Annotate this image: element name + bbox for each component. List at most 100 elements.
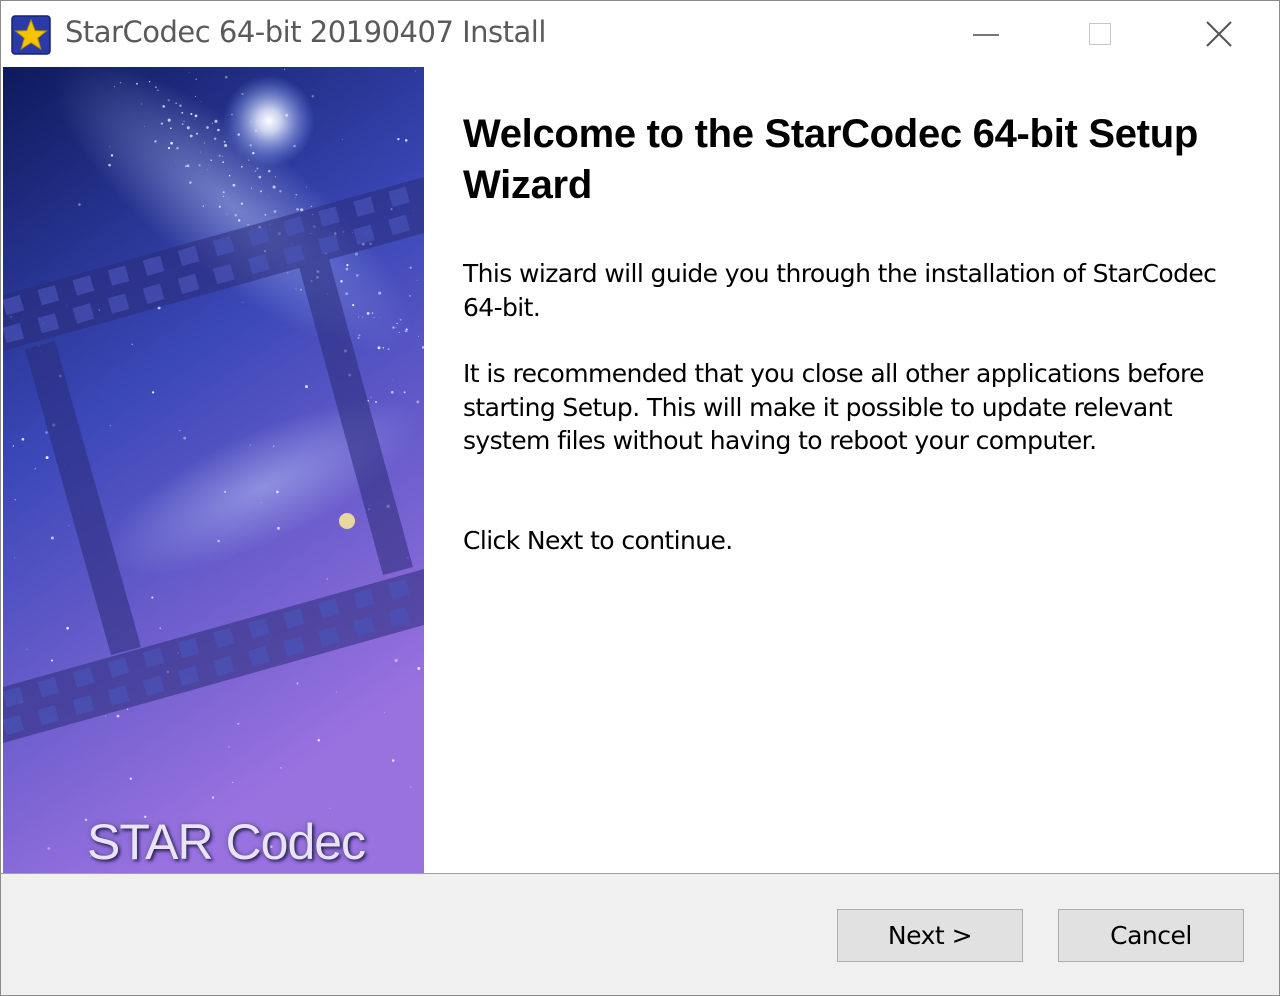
star-dot: [296, 207, 299, 211]
star-dot: [203, 142, 206, 144]
welcome-title: Welcome to the StarCodec 64-bit Setup Wi…: [463, 112, 1198, 207]
star-dot: [335, 691, 337, 693]
star-dot: [66, 626, 69, 630]
star-dot: [405, 328, 408, 331]
star-dot: [183, 436, 187, 440]
star-dot: [395, 326, 397, 328]
star-dot: [382, 346, 385, 349]
star-dot: [362, 316, 364, 318]
star-dot: [108, 163, 111, 167]
side-banner-image: STAR Codec: [3, 67, 424, 873]
star-dot: [195, 132, 199, 135]
maximize-button[interactable]: [1045, 1, 1155, 67]
star-dot: [249, 444, 251, 446]
star-dot: [274, 176, 276, 178]
star-dot: [184, 165, 187, 168]
cancel-button[interactable]: Cancel: [1058, 909, 1244, 962]
star-dot: [378, 317, 380, 319]
next-button[interactable]: Next >: [837, 909, 1023, 962]
star-dot: [358, 316, 360, 318]
star-dot: [237, 219, 241, 222]
star-dot: [403, 391, 406, 394]
star-dot: [194, 118, 196, 120]
minimize-icon: [973, 34, 999, 36]
star-dot: [299, 288, 303, 291]
star-dot: [357, 336, 360, 339]
star-dot: [199, 151, 201, 153]
recommendation-paragraph: It is recommended that you close all oth…: [463, 359, 1205, 455]
star-dot: [14, 557, 16, 559]
star-dot: [355, 274, 359, 277]
star-dot: [345, 267, 349, 271]
star-dot: [226, 213, 228, 215]
star-dot: [224, 144, 228, 147]
star-dot: [311, 95, 314, 98]
star-dot: [167, 147, 171, 150]
star-dot: [21, 437, 25, 441]
star-dot: [214, 137, 217, 140]
star-dot: [417, 667, 421, 670]
star-dot: [358, 334, 361, 337]
star-dot: [295, 193, 298, 196]
star-dot: [186, 126, 190, 130]
star-dot: [217, 539, 220, 543]
star-dot: [179, 104, 182, 107]
star-dot: [68, 525, 70, 527]
star-dot: [234, 214, 237, 217]
star-dot: [261, 502, 262, 503]
star-dot: [409, 295, 411, 297]
star-dot: [272, 185, 276, 189]
star-dot: [136, 82, 138, 85]
star-dot: [170, 141, 173, 145]
maximize-icon: [1089, 23, 1111, 45]
star-dot: [329, 807, 331, 809]
star-dot: [116, 714, 120, 718]
welcome-panel: Welcome to the StarCodec 64-bit Setup Wi…: [463, 109, 1223, 555]
star-dot: [151, 391, 155, 394]
star-dot: [305, 385, 308, 389]
star-dot: [218, 154, 221, 157]
star-dot: [194, 114, 198, 118]
star-dot: [129, 777, 132, 780]
star-dot: [12, 445, 14, 447]
star-dot: [398, 332, 400, 333]
star-dot: [160, 122, 164, 125]
star-dot: [232, 781, 234, 784]
star-dot: [200, 101, 202, 102]
star-dot: [392, 380, 394, 381]
star-dot: [176, 146, 179, 150]
star-dot: [155, 86, 157, 88]
close-button[interactable]: [1161, 1, 1271, 67]
star-dot: [141, 103, 142, 105]
star-dot: [397, 137, 400, 141]
star-dot: [34, 468, 36, 470]
star-dot: [317, 738, 321, 742]
star-dot: [294, 197, 296, 199]
star-dot: [268, 196, 269, 197]
window-title: StarCodec 64-bit 20190407 Install: [65, 15, 546, 49]
star-dot: [410, 786, 412, 788]
star-dot: [207, 169, 209, 171]
star-dot: [143, 125, 145, 127]
star-dot: [396, 322, 398, 325]
star-dot: [306, 186, 307, 188]
star-dot: [211, 122, 213, 124]
star-dot: [109, 425, 111, 427]
star-dot: [222, 156, 224, 157]
star-dot: [416, 400, 420, 404]
title-bar[interactable]: StarCodec 64-bit 20190407 Install: [1, 1, 1279, 67]
minimize-button[interactable]: [931, 1, 1041, 67]
star-dot: [378, 291, 382, 295]
star-dot: [105, 715, 107, 717]
galaxy-filmstrip-image: [3, 67, 424, 873]
star-dot: [272, 445, 275, 447]
star-dot: [189, 134, 193, 138]
star-dot: [222, 161, 224, 163]
star-dot: [256, 167, 259, 170]
star-dot: [310, 205, 313, 207]
star-dot: [250, 187, 252, 189]
star-dot: [394, 658, 398, 662]
star-dot: [195, 96, 197, 97]
star-dot: [179, 429, 181, 432]
star-dot: [45, 431, 48, 434]
